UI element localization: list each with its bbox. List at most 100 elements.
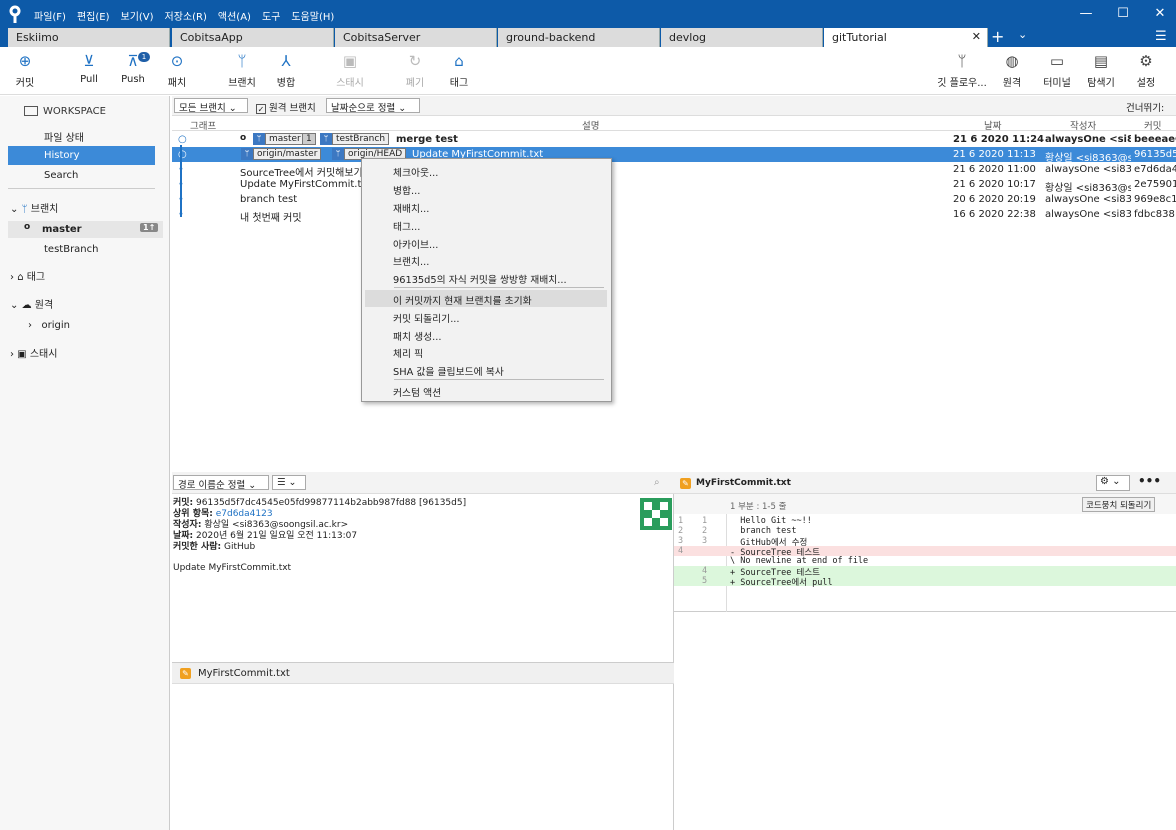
menu-item-cherry-pick[interactable]: 체리 픽 bbox=[365, 343, 607, 360]
head-indicator-icon: o bbox=[240, 133, 247, 143]
merge-button[interactable]: ⅄ 병합 bbox=[272, 52, 300, 89]
settings-button[interactable]: ⚙ 설정 bbox=[1132, 52, 1160, 89]
view-mode-dropdown[interactable]: ☰ ⌄ bbox=[272, 475, 306, 490]
tab-cobitsaserver[interactable]: CobitsaServer bbox=[335, 28, 497, 47]
tab-list-chevron-icon[interactable]: ⌄ bbox=[1018, 28, 1027, 41]
search-icon[interactable]: ⌕ bbox=[654, 477, 660, 488]
menu-item-branch[interactable]: 브랜치... bbox=[365, 251, 607, 268]
diff-options-gear-icon[interactable]: ⚙ ⌄ bbox=[1096, 475, 1130, 491]
sort-dropdown[interactable]: 날짜순으로 정렬 ⌄ bbox=[326, 98, 420, 114]
commit-row[interactable]: ○ o ᛘ master 1 ᛘ testBranch merge test 21 … bbox=[172, 132, 1176, 147]
tag-label: 태그 bbox=[449, 78, 469, 89]
menu-item-label: 커스텀 액션 bbox=[393, 388, 442, 399]
tag-label: 1 bbox=[302, 133, 316, 145]
tag-button[interactable]: ⌂ 태그 bbox=[446, 52, 472, 89]
menu-file[interactable]: 파일(F) bbox=[34, 8, 66, 23]
hamburger-icon[interactable]: ☰ bbox=[1155, 29, 1167, 44]
commit-row-selected[interactable]: ○ ᛘ origin/master ᛘ origin/HEAD Update MyF… bbox=[172, 147, 1176, 164]
col-graph[interactable]: 그래프 bbox=[190, 118, 216, 132]
commit-row[interactable]: • SourceTree에서 커밋해보기 21 6 2020 11:00 alw… bbox=[172, 162, 1176, 179]
fetch-button[interactable]: ⊙ 패치 bbox=[164, 52, 190, 89]
maximize-button[interactable]: ☐ bbox=[1113, 6, 1133, 21]
sidebar-item-master[interactable]: master o 1↑ bbox=[8, 221, 163, 238]
commit-description: 내 첫번째 커밋 bbox=[240, 213, 302, 224]
branch-button[interactable]: ᛘ 브랜치 bbox=[226, 52, 258, 89]
menu-item-interactive-rebase[interactable]: 96135d5의 자식 커밋을 쌍방향 재배치... bbox=[365, 269, 607, 286]
branch-tag-testbranch[interactable]: ᛘ testBranch bbox=[320, 133, 390, 145]
gear-icon: ⚙ bbox=[1139, 52, 1153, 70]
close-window-button[interactable]: ✕ bbox=[1150, 6, 1170, 21]
modified-file-icon: ✎ bbox=[180, 668, 191, 679]
workspace-header[interactable]: WORKSPACE bbox=[24, 106, 164, 117]
tab-cobitsaapp[interactable]: CobitsaApp bbox=[172, 28, 334, 47]
stash-icon: ▣ bbox=[342, 52, 358, 70]
remote-label: 원격 bbox=[1002, 78, 1022, 89]
fetch-icon: ⊙ bbox=[170, 52, 184, 70]
sidebar-item-testbranch[interactable]: testBranch bbox=[0, 244, 170, 255]
branch-tag-master[interactable]: ᛘ master bbox=[253, 133, 305, 145]
menu-item-copy-sha[interactable]: SHA 값을 클립보드에 복사 bbox=[365, 361, 607, 378]
tab-eskiimo[interactable]: Eskiimo bbox=[8, 28, 170, 47]
terminal-button[interactable]: ▭ 터미널 bbox=[1040, 52, 1074, 89]
tab-ground-backend[interactable]: ground-backend bbox=[498, 28, 660, 47]
remote-tag-origin-master[interactable]: ᛘ origin/master bbox=[241, 148, 322, 160]
minimize-button[interactable]: — bbox=[1076, 6, 1096, 21]
more-options-icon[interactable]: ••• bbox=[1138, 474, 1161, 488]
col-author[interactable]: 작성자 bbox=[1070, 118, 1096, 132]
sidebar-item-file-status[interactable]: 파일 상태 bbox=[0, 129, 170, 144]
discard-button[interactable]: ↻ 폐기 bbox=[402, 52, 428, 89]
stash-button[interactable]: ▣ 스태시 bbox=[334, 52, 366, 89]
sidebar-item-history[interactable]: History bbox=[8, 146, 155, 165]
commit-row[interactable]: • 내 첫번째 커밋 16 6 2020 22:38 alwaysOne <si… bbox=[172, 207, 1176, 224]
menu-tools[interactable]: 도구 bbox=[262, 8, 280, 23]
menu-item-revert-commit[interactable]: 커밋 되돌리기... bbox=[365, 308, 607, 325]
plus-circle-icon: ⊕ bbox=[18, 52, 32, 70]
commit-row[interactable]: • branch test 20 6 2020 20:19 alwaysOne … bbox=[172, 192, 1176, 207]
push-button[interactable]: ⊼ Push 1 bbox=[118, 52, 150, 85]
parent-link[interactable]: e7d6da4123 bbox=[216, 509, 273, 519]
sidebar-item-search[interactable]: Search bbox=[0, 170, 170, 181]
sidebar-tags-header[interactable]: › ⌂ 태그 bbox=[0, 268, 170, 283]
explorer-button[interactable]: ▤ 탐색기 bbox=[1084, 52, 1118, 89]
menu-item-custom-actions[interactable]: 커스텀 액션 bbox=[365, 382, 607, 399]
sidebar-remotes-header[interactable]: ⌄ ☁ 원격 bbox=[0, 296, 170, 311]
tab-close-icon[interactable]: ✕ bbox=[972, 30, 981, 43]
menu-item-checkout[interactable]: 체크아웃... bbox=[365, 162, 607, 179]
gitflow-button[interactable]: ᛘ 깃 플로우... bbox=[934, 52, 990, 89]
tab-label: gitTutorial bbox=[832, 31, 887, 44]
tab-gittutorial[interactable]: gitTutorial ✕ bbox=[824, 28, 988, 47]
commit-button[interactable]: ⊕ 커밋 bbox=[12, 52, 38, 89]
sidebar-stash-header[interactable]: › ▣ 스태시 bbox=[0, 345, 170, 360]
menu-edit[interactable]: 편집(E) bbox=[77, 8, 110, 23]
menu-item-create-patch[interactable]: 패치 생성... bbox=[365, 326, 607, 343]
ahead-badge: 1↑ bbox=[140, 223, 159, 232]
add-tab-icon[interactable]: + bbox=[991, 27, 1004, 46]
branch-icon: ᛘ bbox=[21, 204, 28, 215]
diff-hunk: 1 부분 : 1-5 줄 코드뭉치 되돌리기 11 Hello Git ~~!!… bbox=[674, 494, 1176, 612]
menu-item-reset-branch[interactable]: 이 커밋까지 현재 브랜치를 초기화 bbox=[365, 290, 607, 307]
menu-view[interactable]: 보기(V) bbox=[121, 8, 154, 23]
menu-item-archive[interactable]: 아카이브... bbox=[365, 234, 607, 251]
diff-line-removed: 4- SourceTree 테스트 bbox=[674, 546, 1176, 558]
menu-help[interactable]: 도움말(H) bbox=[291, 8, 334, 23]
branch-filter-dropdown[interactable]: 모든 브랜치 ⌄ bbox=[174, 98, 248, 114]
col-commit[interactable]: 커밋 bbox=[1144, 118, 1161, 132]
col-description[interactable]: 설명 bbox=[582, 118, 599, 132]
revert-hunk-button[interactable]: 코드뭉치 되돌리기 bbox=[1082, 497, 1156, 512]
remote-button[interactable]: ◍ 원격 bbox=[998, 52, 1026, 89]
tab-devlog[interactable]: devlog bbox=[661, 28, 823, 47]
menu-item-rebase[interactable]: 재배치... bbox=[365, 198, 607, 215]
path-sort-dropdown[interactable]: 경로 이름순 정렬 ⌄ bbox=[173, 475, 269, 491]
menu-item-merge[interactable]: 병합... bbox=[365, 180, 607, 197]
pull-button[interactable]: ⊻ Pull bbox=[76, 52, 102, 85]
sidebar-branches-header[interactable]: ⌄ ᛘ 브랜치 bbox=[0, 200, 170, 215]
changed-file-row[interactable]: ✎ MyFirstCommit.txt bbox=[172, 662, 674, 684]
sidebar-item-origin[interactable]: › origin bbox=[0, 320, 170, 331]
menu-item-tag[interactable]: 태그... bbox=[365, 216, 607, 233]
menu-actions[interactable]: 액션(A) bbox=[218, 8, 251, 23]
terminal-label: 터미널 bbox=[1043, 78, 1071, 89]
commit-row[interactable]: • Update MyFirstCommit.txt 21 6 2020 10:… bbox=[172, 177, 1176, 194]
col-date[interactable]: 날짜 bbox=[984, 118, 1001, 132]
menu-repository[interactable]: 저장소(R) bbox=[165, 8, 207, 23]
remote-branch-checkbox[interactable]: ✓ 원격 브랜치 bbox=[256, 100, 316, 114]
